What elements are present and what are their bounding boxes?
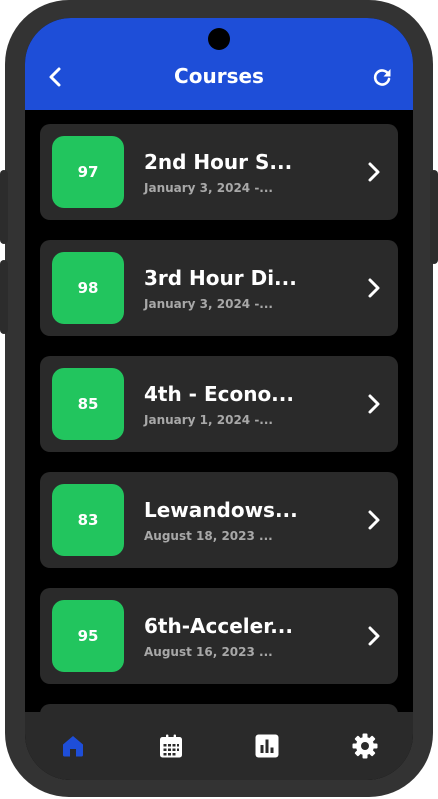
front-camera <box>208 28 230 50</box>
course-date: January 1, 2024 -... <box>144 413 273 427</box>
course-title: Lewandows... <box>144 498 298 522</box>
page-title: Courses <box>174 64 264 88</box>
chevron-right-icon <box>368 394 380 414</box>
course-title: 4th - Econo... <box>144 382 294 406</box>
course-card[interactable]: 95 6th-Acceler... August 16, 2023 ... <box>40 588 398 684</box>
course-title: 3rd Hour Di... <box>144 266 297 290</box>
course-title: 2nd Hour S... <box>144 150 293 174</box>
phone-frame: Courses 97 2nd Hour S... January 3, 2024… <box>0 0 438 797</box>
course-card[interactable]: 85 4th - Econo... January 1, 2024 -... <box>40 356 398 452</box>
bottom-nav <box>25 712 413 780</box>
grade-badge: 85 <box>52 368 124 440</box>
home-icon <box>63 736 83 757</box>
chart-icon <box>255 734 279 758</box>
grade-badge: 98 <box>52 252 124 324</box>
nav-settings[interactable] <box>345 726 385 766</box>
volume-up-button <box>0 170 8 244</box>
chevron-right-icon <box>368 278 380 298</box>
course-list: 97 2nd Hour S... January 3, 2024 -... 98… <box>40 124 398 704</box>
course-date: January 3, 2024 -... <box>144 297 273 311</box>
course-card[interactable]: 98 3rd Hour Di... January 3, 2024 -... <box>40 240 398 336</box>
calendar-icon <box>160 734 182 758</box>
course-card[interactable]: 97 2nd Hour S... January 3, 2024 -... <box>40 124 398 220</box>
grade-badge: 95 <box>52 600 124 672</box>
refresh-icon <box>373 69 391 86</box>
refresh-button[interactable] <box>371 66 393 88</box>
course-date: August 18, 2023 ... <box>144 529 273 543</box>
grade-badge: 97 <box>52 136 124 208</box>
volume-down-button <box>0 260 8 334</box>
gear-icon <box>352 733 378 759</box>
nav-calendar[interactable] <box>151 726 191 766</box>
nav-stats[interactable] <box>247 726 287 766</box>
course-date: August 16, 2023 ... <box>144 645 273 659</box>
course-date: January 3, 2024 -... <box>144 181 273 195</box>
chevron-right-icon <box>368 162 380 182</box>
app-screen: Courses 97 2nd Hour S... January 3, 2024… <box>25 18 413 780</box>
course-title: 6th-Acceler... <box>144 614 293 638</box>
chevron-right-icon <box>368 626 380 646</box>
power-button <box>430 170 438 264</box>
chevron-right-icon <box>368 510 380 530</box>
grade-badge: 83 <box>52 484 124 556</box>
course-card[interactable]: 83 Lewandows... August 18, 2023 ... <box>40 472 398 568</box>
nav-home[interactable] <box>53 726 93 766</box>
